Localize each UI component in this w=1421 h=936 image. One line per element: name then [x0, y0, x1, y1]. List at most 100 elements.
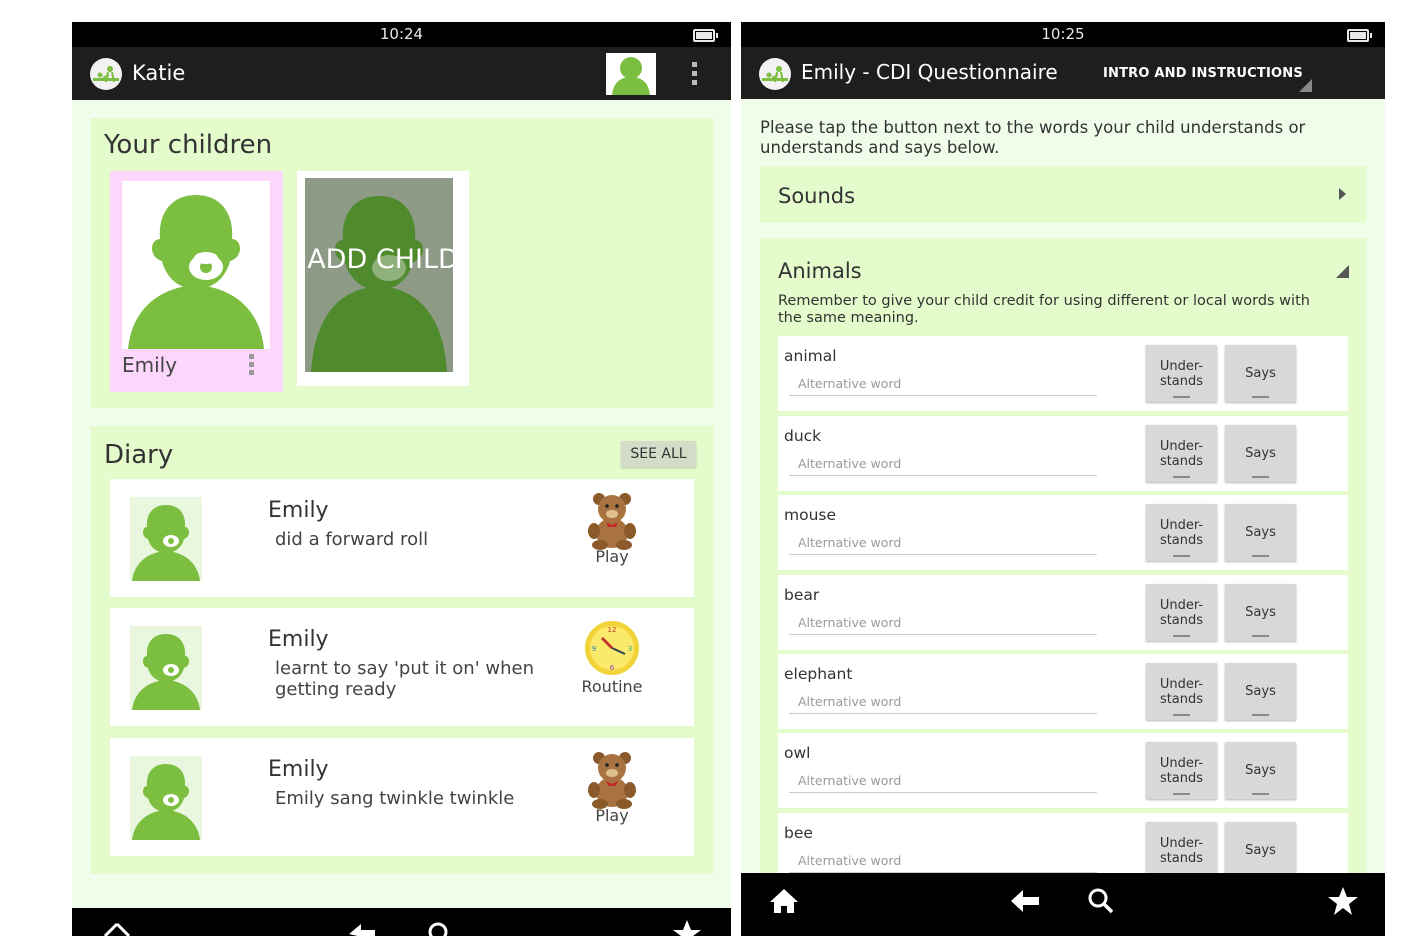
back-icon[interactable]: [347, 920, 377, 936]
says-button[interactable]: Says: [1225, 584, 1296, 641]
button-indicator: [1173, 793, 1190, 795]
says-button[interactable]: Says: [1225, 742, 1296, 799]
diary-child-name: Emily: [268, 627, 329, 652]
expand-right-icon: [1339, 188, 1346, 200]
battery-icon: [693, 29, 718, 42]
says-button[interactable]: Says: [1225, 425, 1296, 482]
word-row: bear Under- stands Says: [778, 575, 1348, 650]
says-button[interactable]: Says: [1225, 822, 1296, 879]
sounds-section-header[interactable]: Sounds: [760, 166, 1366, 223]
alternative-word-input[interactable]: [789, 456, 1106, 471]
status-time: 10:24: [379, 25, 424, 43]
diary-section-title: Diary: [104, 440, 174, 470]
teddy-bear-icon: [580, 748, 644, 810]
word-row: owl Under- stands Says: [778, 733, 1348, 808]
child-overflow-icon[interactable]: [249, 354, 254, 378]
app-title: Emily - CDI Questionnaire: [801, 60, 1058, 84]
button-indicator: [1252, 793, 1269, 795]
alternative-word-input[interactable]: [789, 773, 1106, 788]
says-button[interactable]: Says: [1225, 504, 1296, 561]
understands-button[interactable]: Under- stands: [1146, 584, 1217, 641]
alternative-word-input[interactable]: [789, 853, 1106, 868]
tab-intro-instructions[interactable]: INTRO AND INSTRUCTIONS: [1103, 66, 1303, 81]
children-card: Your children Emily ADD CHILD: [91, 118, 714, 408]
says-label: Says: [1245, 446, 1276, 461]
understands-button[interactable]: Under- stands: [1146, 742, 1217, 799]
collapse-corner-icon[interactable]: [1336, 265, 1349, 278]
says-label: Says: [1245, 605, 1276, 620]
user-avatar-icon[interactable]: [606, 53, 656, 95]
understands-button[interactable]: Under- stands: [1146, 663, 1217, 720]
alternative-word-field[interactable]: [789, 612, 1106, 635]
alternative-word-field[interactable]: [789, 373, 1106, 396]
word-row: animal Under- stands Says: [778, 336, 1348, 411]
diary-text: learnt to say 'put it on' when getting r…: [275, 658, 534, 700]
search-icon[interactable]: [1086, 886, 1116, 916]
right-screen: 10:25 Emily - CDI Questionnaire INTRO AN…: [741, 22, 1385, 936]
animals-section: Animals Remember to give your child cred…: [760, 238, 1366, 936]
button-indicator: [1252, 714, 1269, 716]
diary-tag: Play: [595, 547, 629, 566]
alternative-word-input[interactable]: [789, 535, 1106, 550]
see-all-button[interactable]: SEE ALL: [621, 441, 696, 467]
alternative-word-input[interactable]: [789, 615, 1106, 630]
understands-button[interactable]: Under- stands: [1146, 345, 1217, 402]
word-label: animal: [784, 347, 837, 365]
teddy-bear-icon: [580, 489, 644, 551]
overflow-menu-icon[interactable]: [692, 62, 698, 86]
child-avatar-icon: [122, 181, 270, 349]
search-icon[interactable]: [426, 920, 452, 936]
diary-entry[interactable]: Emily did a forward roll Play: [110, 479, 694, 597]
alternative-word-field[interactable]: [789, 770, 1106, 793]
add-child-button[interactable]: ADD CHILD: [297, 171, 469, 386]
diary-tag: Play: [595, 806, 629, 825]
says-label: Says: [1245, 684, 1276, 699]
alternative-word-field[interactable]: [789, 691, 1106, 714]
says-button[interactable]: Says: [1225, 345, 1296, 402]
understands-button[interactable]: Under- stands: [1146, 504, 1217, 561]
alternative-word-input[interactable]: [789, 694, 1106, 709]
action-bar: Katie: [72, 47, 731, 100]
diary-entry[interactable]: Emily learnt to say 'put it on' when get…: [110, 608, 694, 726]
word-label: bear: [784, 586, 820, 604]
diary-entry[interactable]: Emily Emily sang twinkle twinkle Play: [110, 738, 694, 856]
understands-label: Under- stands: [1159, 517, 1204, 548]
star-icon[interactable]: [672, 918, 702, 936]
animals-note: Remember to give your child credit for u…: [778, 293, 1310, 326]
alternative-word-input[interactable]: [789, 376, 1106, 391]
diary-child-name: Emily: [268, 498, 329, 523]
alternative-word-field[interactable]: [789, 850, 1106, 873]
home-icon[interactable]: [768, 887, 800, 915]
diary-text: Emily sang twinkle twinkle: [275, 788, 515, 809]
button-indicator: [1173, 476, 1190, 478]
app-logo-icon[interactable]: [90, 58, 122, 90]
star-icon[interactable]: [1327, 886, 1359, 916]
svg-text:9: 9: [592, 645, 596, 653]
diary-avatar-icon: [130, 497, 202, 581]
add-child-label: ADD CHILD: [307, 244, 459, 275]
alternative-word-field[interactable]: [789, 532, 1106, 555]
word-row: elephant Under- stands Says: [778, 654, 1348, 729]
word-label: elephant: [784, 665, 853, 683]
bottom-nav-bar: [72, 908, 731, 936]
diary-text: did a forward roll: [275, 529, 429, 550]
dropdown-corner-icon[interactable]: [1299, 79, 1312, 92]
button-indicator: [1252, 555, 1269, 557]
understands-button[interactable]: Under- stands: [1146, 822, 1217, 879]
animals-label: Animals: [778, 259, 862, 283]
says-label: Says: [1245, 843, 1276, 858]
back-icon[interactable]: [1009, 887, 1041, 915]
word-label: mouse: [784, 506, 837, 524]
button-indicator: [1173, 635, 1190, 637]
svg-text:3: 3: [628, 645, 632, 653]
understands-button[interactable]: Under- stands: [1146, 425, 1217, 482]
app-logo-icon[interactable]: [759, 58, 791, 90]
diary-tag: Routine: [581, 677, 643, 696]
home-icon[interactable]: [102, 922, 132, 936]
understands-label: Under- stands: [1159, 676, 1204, 707]
alternative-word-field[interactable]: [789, 453, 1106, 476]
says-button[interactable]: Says: [1225, 663, 1296, 720]
child-tile-emily[interactable]: Emily: [110, 171, 283, 392]
understands-label: Under- stands: [1159, 835, 1204, 866]
button-indicator: [1252, 635, 1269, 637]
